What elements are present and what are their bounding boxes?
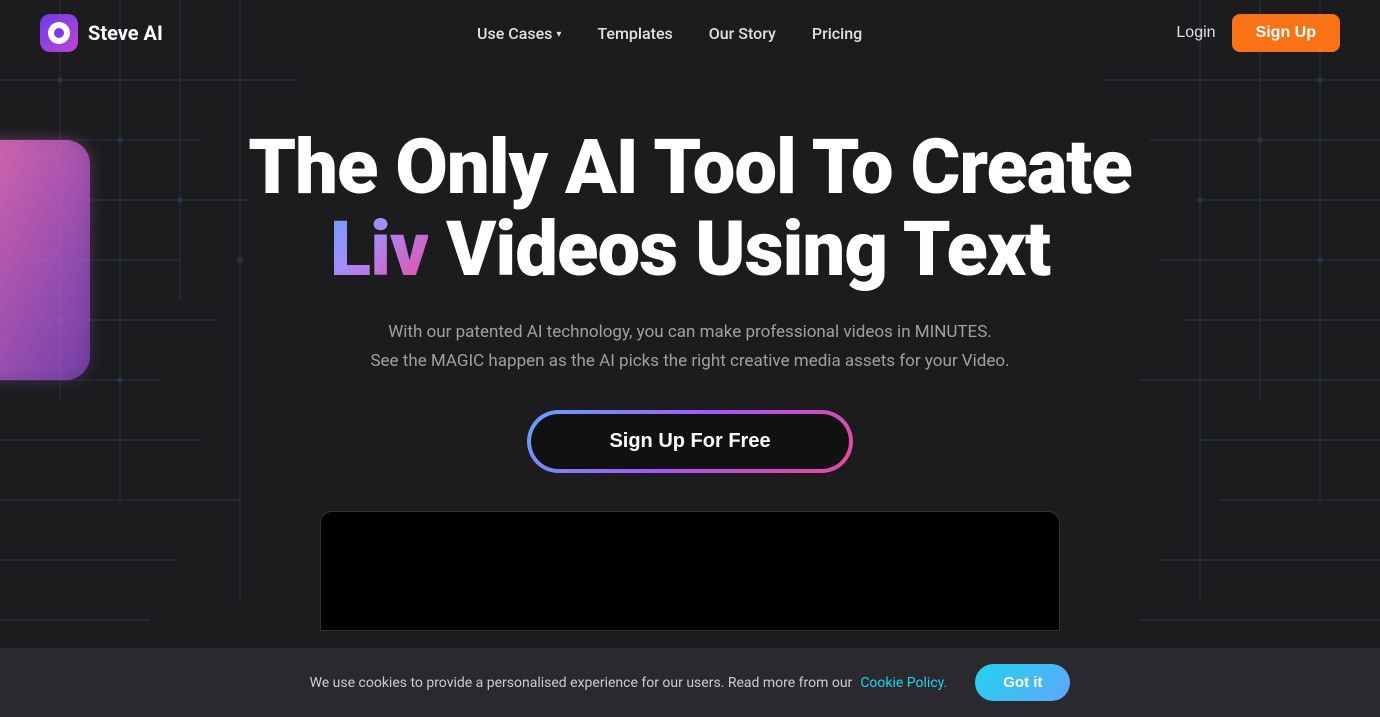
hero-title-liv: Liv [330, 204, 428, 294]
cookie-policy-link[interactable]: Cookie Policy. [860, 675, 947, 691]
nav-links: Use Cases ▾ Templates Our Story Pricing [477, 24, 862, 43]
hero-section: The Only AI Tool To Create Liv Videos Us… [0, 66, 1380, 471]
logo-icon [40, 14, 78, 52]
brand-name: Steve AI [88, 21, 163, 45]
hero-subtitle: With our patented AI technology, you can… [20, 318, 1360, 376]
cookie-banner: We use cookies to provide a personalised… [0, 648, 1380, 717]
nav-templates[interactable]: Templates [597, 24, 672, 43]
cta-wrapper: Sign Up For Free [20, 412, 1360, 471]
nav-signup-button[interactable]: Sign Up [1232, 14, 1340, 52]
signup-cta-button[interactable]: Sign Up For Free [529, 412, 850, 471]
navbar: Steve AI Use Cases ▾ Templates Our Story… [0, 0, 1380, 66]
nav-use-cases[interactable]: Use Cases ▾ [477, 24, 561, 43]
login-button[interactable]: Login [1176, 24, 1215, 42]
hero-title: The Only AI Tool To Create Liv Videos Us… [140, 126, 1240, 290]
nav-pricing[interactable]: Pricing [812, 24, 862, 43]
video-preview [320, 511, 1060, 631]
brand-logo[interactable]: Steve AI [40, 14, 163, 52]
nav-actions: Login Sign Up [1176, 14, 1340, 52]
cookie-text: We use cookies to provide a personalised… [310, 675, 853, 691]
nav-our-story[interactable]: Our Story [709, 24, 776, 43]
cookie-accept-button[interactable]: Got it [975, 664, 1070, 701]
chevron-down-icon: ▾ [556, 29, 561, 40]
